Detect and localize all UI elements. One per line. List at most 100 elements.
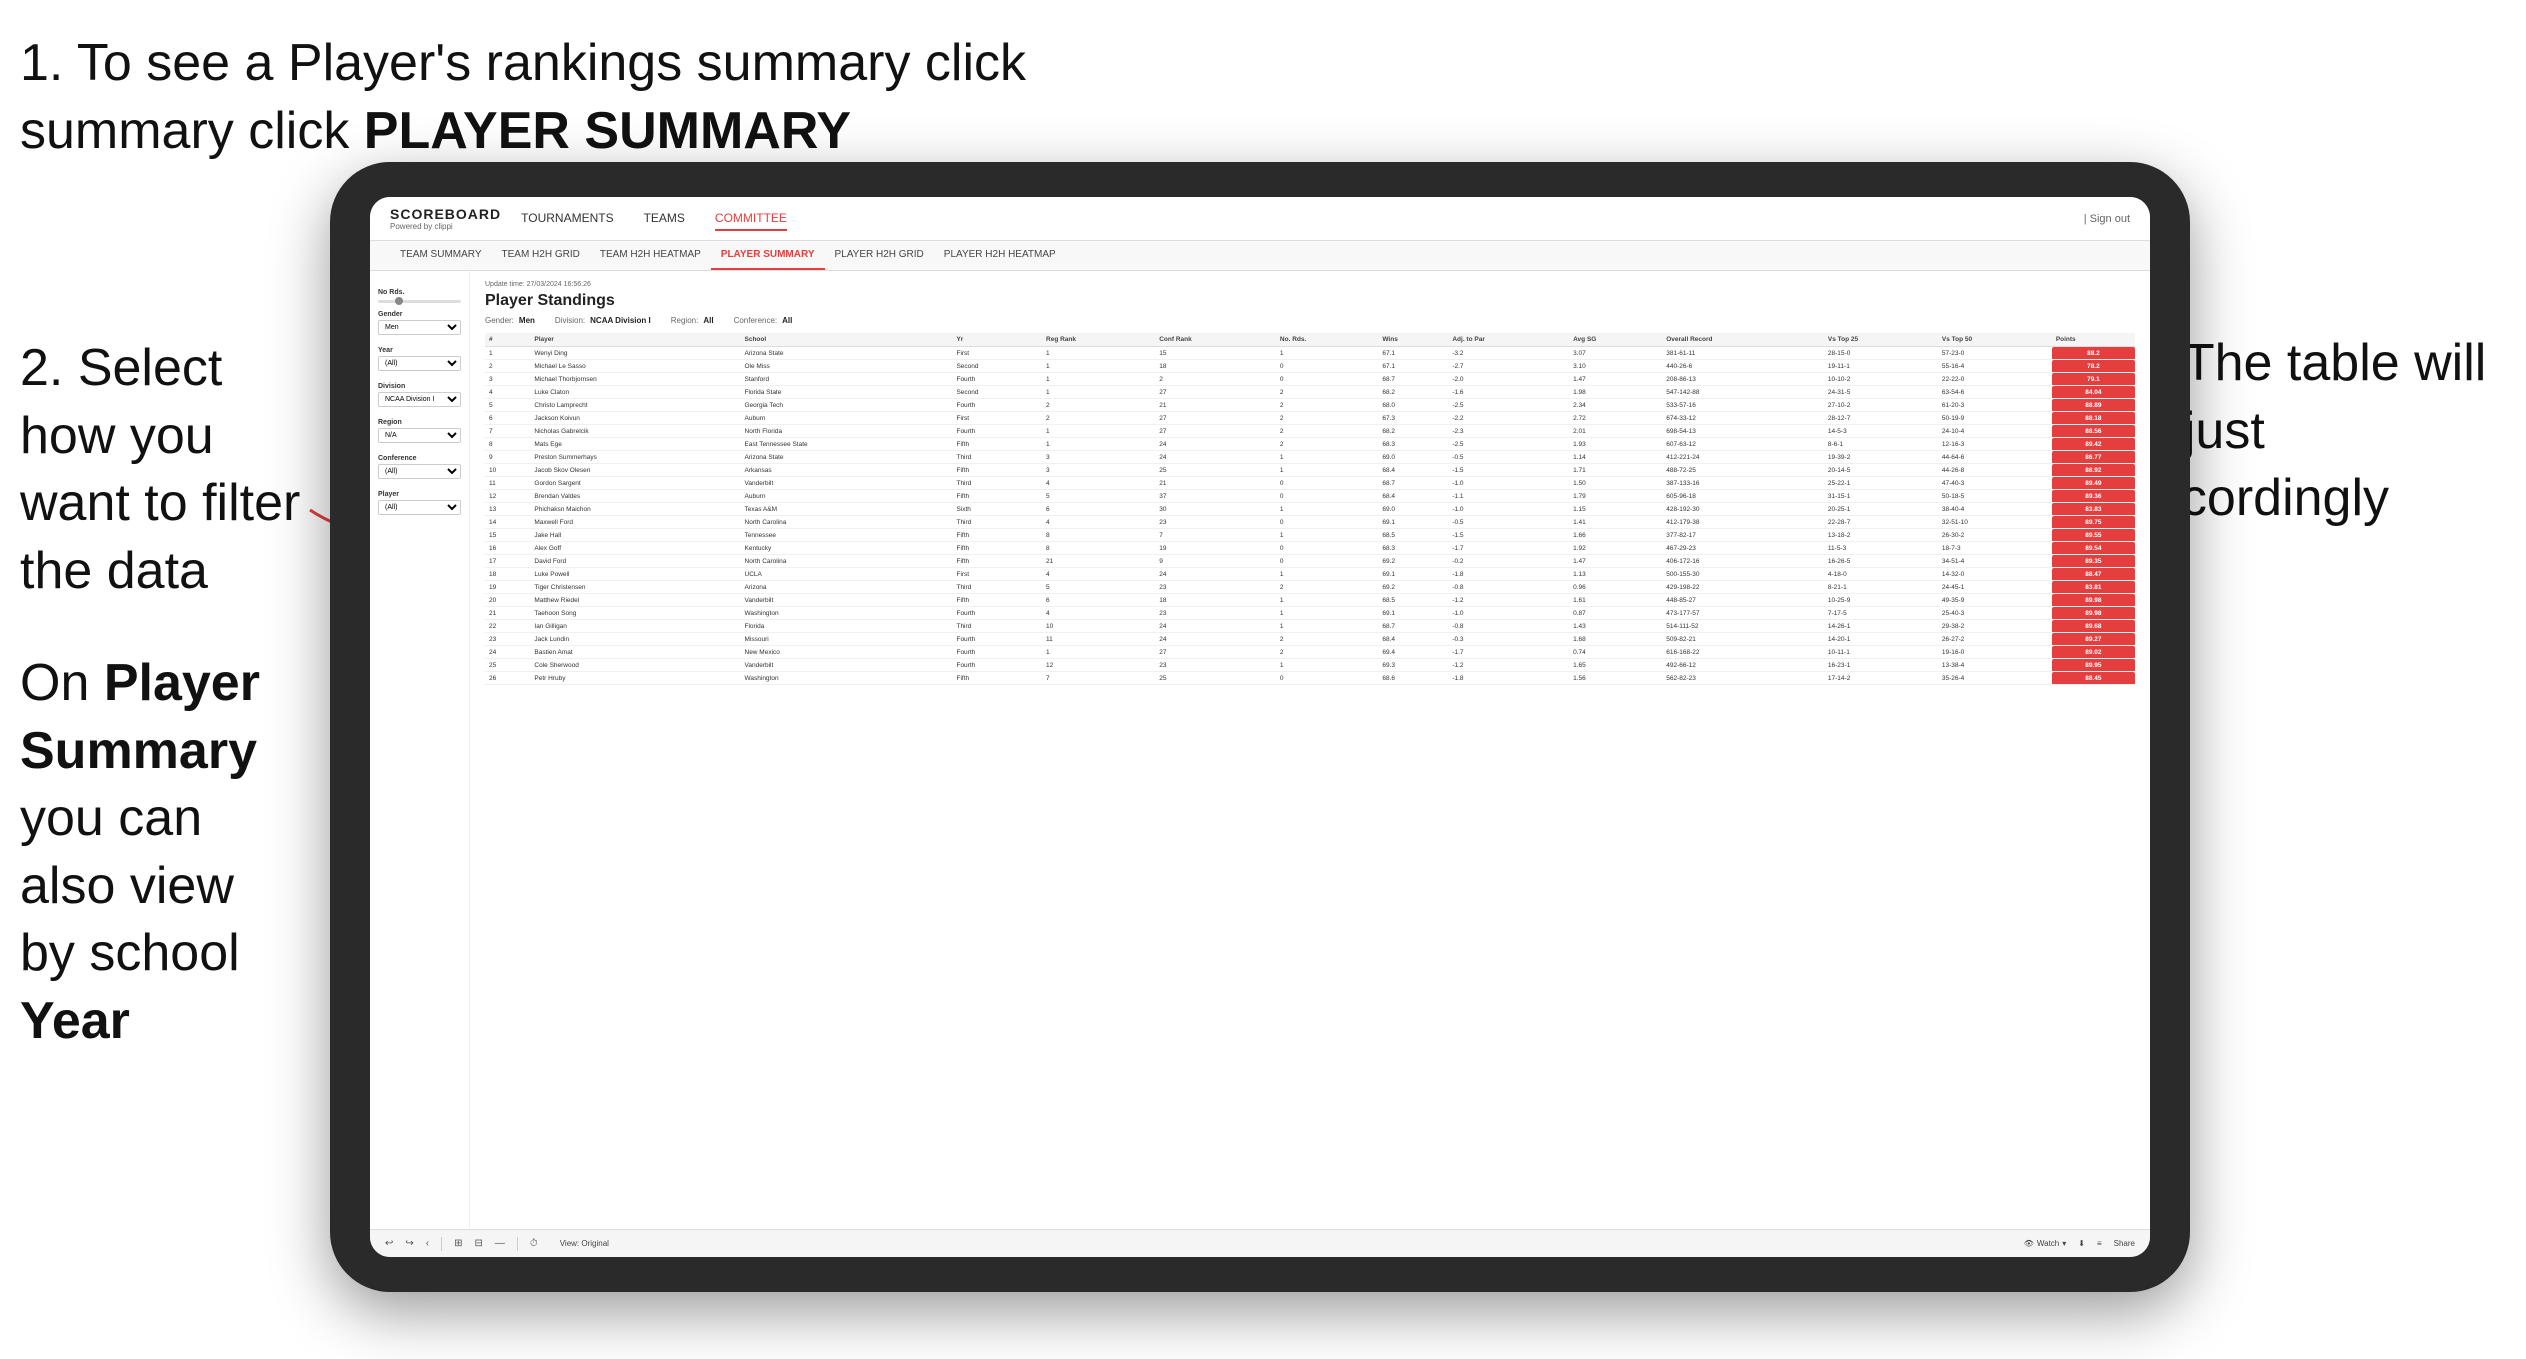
table-cell: 68.2 <box>1378 425 1448 438</box>
table-cell: 21 <box>1042 555 1155 568</box>
grid-icon[interactable]: ⊟ <box>475 1238 483 1249</box>
table-cell: 88.89 <box>2052 399 2135 412</box>
back-icon[interactable]: ‹ <box>426 1238 429 1249</box>
table-cell: 14 <box>485 516 530 529</box>
table-row: 6Jackson KoivunAuburnFirst227267.3-2.22.… <box>485 412 2135 425</box>
share-button[interactable]: Share <box>2114 1239 2135 1248</box>
table-cell: 7 <box>1155 529 1276 542</box>
year-select[interactable]: (All) <box>378 356 461 371</box>
table-cell: Arkansas <box>741 464 953 477</box>
table-cell: 0 <box>1276 542 1378 555</box>
sub-nav-player-h2h-grid[interactable]: PLAYER H2H GRID <box>825 241 934 270</box>
nav-committee[interactable]: COMMITTEE <box>715 207 787 231</box>
table-cell: 1.79 <box>1569 490 1662 503</box>
table-cell: 448-85-27 <box>1662 594 1824 607</box>
table-cell: New Mexico <box>741 646 953 659</box>
table-cell: Nicholas Gabrelcik <box>530 425 740 438</box>
table-cell: -3.2 <box>1448 347 1569 360</box>
sub-nav-player-h2h-heatmap[interactable]: PLAYER H2H HEATMAP <box>934 241 1066 270</box>
table-cell: 61-20-3 <box>1938 399 2052 412</box>
table-cell: 4 <box>1042 568 1155 581</box>
region-label: Region <box>378 419 461 426</box>
table-cell: 31-15-1 <box>1824 490 1938 503</box>
table-cell: 20-14-5 <box>1824 464 1938 477</box>
player-label: Player <box>378 491 461 498</box>
col-yr: Yr <box>952 333 1042 347</box>
no-rds-slider[interactable] <box>378 300 461 303</box>
view-label[interactable]: View: Original <box>560 1239 609 1248</box>
division-select[interactable]: NCAA Division I <box>378 392 461 407</box>
table-cell: 68.6 <box>1378 672 1448 685</box>
table-cell: 89.27 <box>2052 633 2135 646</box>
table-cell: 1.56 <box>1569 672 1662 685</box>
table-cell: 68.5 <box>1378 529 1448 542</box>
clock-icon[interactable]: ⏱ <box>530 1238 538 1249</box>
table-cell: -0.8 <box>1448 581 1569 594</box>
table-cell: 68.2 <box>1378 386 1448 399</box>
table-cell: Preston Summerhays <box>530 451 740 464</box>
toolbar-right: 👁 Watch ▾ ⬇ ≡ Share <box>2024 1239 2135 1248</box>
table-cell: 10 <box>485 464 530 477</box>
redo-icon[interactable]: ↪ <box>405 1238 413 1249</box>
table-cell: 22 <box>485 620 530 633</box>
copy-icon[interactable]: ⊞ <box>454 1238 462 1249</box>
table-cell: 698-54-13 <box>1662 425 1824 438</box>
sign-out-link[interactable]: | Sign out <box>2084 213 2130 225</box>
nav-teams[interactable]: TEAMS <box>644 207 685 231</box>
undo-icon[interactable]: ↩ <box>385 1238 393 1249</box>
table-cell: 68.4 <box>1378 464 1448 477</box>
table-cell: 20-25-1 <box>1824 503 1938 516</box>
table-cell: 88.92 <box>2052 464 2135 477</box>
watch-button[interactable]: 👁 Watch ▾ <box>2024 1239 2067 1248</box>
table-cell: First <box>952 347 1042 360</box>
region-select[interactable]: N/A <box>378 428 461 443</box>
dash-icon[interactable]: — <box>495 1238 505 1249</box>
table-cell: Matthew Riedel <box>530 594 740 607</box>
share-label: Share <box>2114 1239 2135 1248</box>
table-row: 17David FordNorth CarolinaFifth219069.2-… <box>485 555 2135 568</box>
table-cell: 49-35-9 <box>1938 594 2052 607</box>
nav-tournaments[interactable]: TOURNAMENTS <box>521 207 613 231</box>
table-cell: 500-155-30 <box>1662 568 1824 581</box>
sub-nav-player-summary[interactable]: PLAYER SUMMARY <box>711 241 825 270</box>
table-cell: 68.5 <box>1378 594 1448 607</box>
filter-conference: Conference: All <box>734 316 793 325</box>
table-cell: 0.96 <box>1569 581 1662 594</box>
table-cell: 30 <box>1155 503 1276 516</box>
list-button[interactable]: ≡ <box>2097 1239 2102 1248</box>
table-cell: 34-51-4 <box>1938 555 2052 568</box>
watch-chevron: ▾ <box>2062 1239 2066 1248</box>
table-cell: Kentucky <box>741 542 953 555</box>
sub-nav-team-summary[interactable]: TEAM SUMMARY <box>390 241 492 270</box>
toolbar-sep1 <box>441 1237 442 1251</box>
sub-nav-team-h2h-grid[interactable]: TEAM H2H GRID <box>492 241 590 270</box>
table-cell: 1.61 <box>1569 594 1662 607</box>
table-cell: 24 <box>1155 620 1276 633</box>
filter-division: Division: NCAA Division I <box>555 316 651 325</box>
table-cell: 488-72-25 <box>1662 464 1824 477</box>
table-cell: Tiger Christensen <box>530 581 740 594</box>
table-cell: 38-40-4 <box>1938 503 2052 516</box>
gender-select[interactable]: Men <box>378 320 461 335</box>
table-cell: 89.36 <box>2052 490 2135 503</box>
table-cell: 1 <box>1276 347 1378 360</box>
player-select[interactable]: (All) <box>378 500 461 515</box>
table-row: 26Petr HrubyWashingtonFifth725068.6-1.81… <box>485 672 2135 685</box>
table-row: 5Christo LamprechtGeorgia TechFourth2212… <box>485 399 2135 412</box>
sub-nav-team-h2h-heatmap[interactable]: TEAM H2H HEATMAP <box>590 241 711 270</box>
bottom-mid: you can also view by school <box>20 789 240 982</box>
table-cell: 533-57-16 <box>1662 399 1824 412</box>
table-row: 10Jacob Skov OlesenArkansasFifth325168.4… <box>485 464 2135 477</box>
table-cell: Fourth <box>952 607 1042 620</box>
conference-select[interactable]: (All) <box>378 464 461 479</box>
table-cell: 1 <box>1042 360 1155 373</box>
table-cell: 0.74 <box>1569 646 1662 659</box>
table-cell: 23 <box>485 633 530 646</box>
download-button[interactable]: ⬇ <box>2078 1239 2085 1248</box>
table-cell: First <box>952 568 1042 581</box>
region-filter-value: All <box>703 316 713 325</box>
table-cell: 79.1 <box>2052 373 2135 386</box>
table-cell: 27-10-2 <box>1824 399 1938 412</box>
table-cell: Ian Gilligan <box>530 620 740 633</box>
table-cell: 1.92 <box>1569 542 1662 555</box>
